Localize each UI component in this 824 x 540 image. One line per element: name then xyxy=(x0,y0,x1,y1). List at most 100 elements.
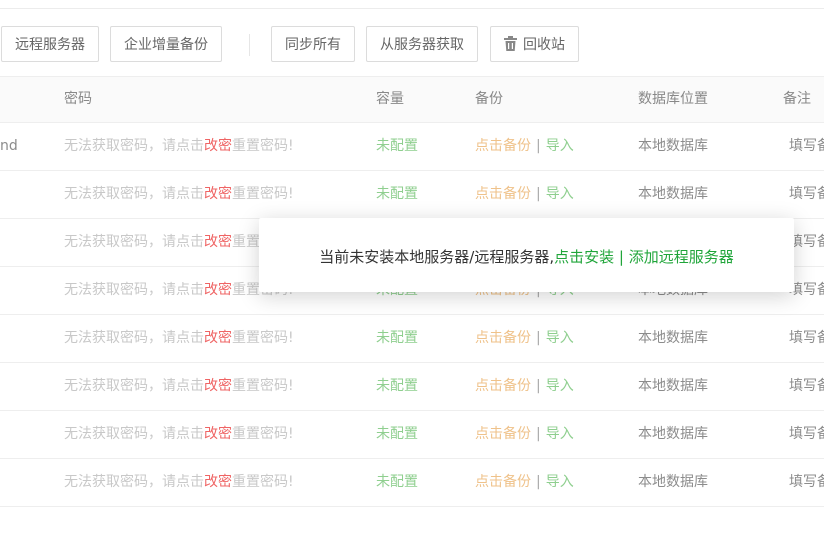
password-reset-text: 重置密码! xyxy=(232,186,294,202)
remark-link[interactable]: 填写备注 xyxy=(789,171,824,218)
import-link[interactable]: 导入 xyxy=(546,378,574,394)
password-message: 无法获取密码，请点击 xyxy=(64,330,204,346)
recycle-bin-button[interactable]: 回收站 xyxy=(490,26,579,62)
action-separator: | xyxy=(536,474,541,490)
password-reset-text: 重置密码! xyxy=(232,330,294,346)
enterprise-backup-button[interactable]: 企业增量备份 xyxy=(110,26,222,62)
password-message: 无法获取密码，请点击 xyxy=(64,234,204,250)
password-reset-text: 重置密码! xyxy=(232,138,294,154)
change-password-link[interactable]: 改密 xyxy=(204,474,232,490)
sync-all-button[interactable]: 同步所有 xyxy=(271,26,355,62)
action-separator: | xyxy=(536,330,541,346)
capacity-status[interactable]: 未配置 xyxy=(376,123,418,170)
import-link[interactable]: 导入 xyxy=(546,138,574,154)
backup-cell: 点击备份 | 导入 xyxy=(475,123,574,170)
backup-link[interactable]: 点击备份 xyxy=(475,138,531,154)
capacity-status[interactable]: 未配置 xyxy=(376,363,418,410)
dialog-separator: | xyxy=(614,248,629,266)
password-message: 无法获取密码，请点击 xyxy=(64,282,204,298)
backup-link[interactable]: 点击备份 xyxy=(475,330,531,346)
password-cell: 无法获取密码，请点击改密重置密码! xyxy=(64,459,294,506)
action-separator: | xyxy=(536,138,541,154)
header-password: 密码 xyxy=(64,91,92,107)
toolbar-divider xyxy=(249,34,250,56)
password-cell: 无法获取密码，请点击改密重置密码! xyxy=(64,123,294,170)
db-location: 本地数据库 xyxy=(638,426,708,442)
remote-server-button[interactable]: 远程服务器 xyxy=(1,26,99,62)
db-location: 本地数据库 xyxy=(638,378,708,394)
header-capacity: 容量 xyxy=(376,91,404,107)
password-message: 无法获取密码，请点击 xyxy=(64,378,204,394)
database-page: 远程服务器 企业增量备份 同步所有 从服务器获取 回收站 密码 容量 备份 数据… xyxy=(0,0,824,540)
backup-link[interactable]: 点击备份 xyxy=(475,186,531,202)
import-link[interactable]: 导入 xyxy=(546,186,574,202)
table-row: 无法获取密码，请点击改密重置密码! 未配置 点击备份 | 导入 本地数据库 填写备注 xyxy=(0,411,824,459)
header-remark: 备注 xyxy=(783,91,811,107)
install-link[interactable]: 点击安装 xyxy=(554,248,614,266)
db-location: 本地数据库 xyxy=(638,138,708,154)
recycle-bin-label: 回收站 xyxy=(523,37,565,53)
action-separator: | xyxy=(536,378,541,394)
change-password-link[interactable]: 改密 xyxy=(204,234,232,250)
table-row: 无法获取密码，请点击改密重置密码! 未配置 点击备份 | 导入 本地数据库 填写备注 xyxy=(0,459,824,507)
change-password-link[interactable]: 改密 xyxy=(204,186,232,202)
top-strip xyxy=(0,0,824,9)
get-from-server-button[interactable]: 从服务器获取 xyxy=(366,26,478,62)
capacity-status[interactable]: 未配置 xyxy=(376,315,418,362)
remark-link[interactable]: 填写备注 xyxy=(789,363,824,410)
backup-link[interactable]: 点击备份 xyxy=(475,426,531,442)
change-password-link[interactable]: 改密 xyxy=(204,378,232,394)
password-cell: 无法获取密码，请点击改密重置密码! xyxy=(64,315,294,362)
toolbar: 远程服务器 企业增量备份 同步所有 从服务器获取 回收站 xyxy=(0,26,824,64)
password-cell: 无法获取密码，请点击改密重置密码! xyxy=(64,411,294,458)
header-db-location: 数据库位置 xyxy=(638,91,708,107)
remark-link[interactable]: 填写备注 xyxy=(789,411,824,458)
capacity-status[interactable]: 未配置 xyxy=(376,411,418,458)
backup-link[interactable]: 点击备份 xyxy=(475,474,531,490)
table-row: 无法获取密码，请点击改密重置密码! 未配置 点击备份 | 导入 本地数据库 填写备注 xyxy=(0,171,824,219)
remark-link[interactable]: 填写备注 xyxy=(789,123,824,170)
password-reset-text: 重置密码! xyxy=(232,426,294,442)
trash-icon xyxy=(504,36,517,51)
action-separator: | xyxy=(536,426,541,442)
capacity-status[interactable]: 未配置 xyxy=(376,459,418,506)
backup-cell: 点击备份 | 导入 xyxy=(475,363,574,410)
import-link[interactable]: 导入 xyxy=(546,330,574,346)
no-server-dialog: 当前未安装本地服务器/远程服务器,点击安装 | 添加远程服务器 xyxy=(259,218,794,292)
db-name[interactable]: nd xyxy=(0,123,18,170)
table-row: nd 无法获取密码，请点击改密重置密码! 未配置 点击备份 | 导入 本地数据库 填写备注 xyxy=(0,123,824,171)
backup-cell: 点击备份 | 导入 xyxy=(475,411,574,458)
change-password-link[interactable]: 改密 xyxy=(204,282,232,298)
table-row: 无法获取密码，请点击改密重置密码! 未配置 点击备份 | 导入 本地数据库 填写备注 xyxy=(0,363,824,411)
remark-link[interactable]: 填写备注 xyxy=(789,459,824,506)
db-location: 本地数据库 xyxy=(638,186,708,202)
remark-link[interactable]: 填写备注 xyxy=(789,219,824,266)
db-location: 本地数据库 xyxy=(638,330,708,346)
action-separator: | xyxy=(536,186,541,202)
backup-link[interactable]: 点击备份 xyxy=(475,378,531,394)
remark-link[interactable]: 填写备注 xyxy=(789,315,824,362)
password-message: 无法获取密码，请点击 xyxy=(64,186,204,202)
capacity-status[interactable]: 未配置 xyxy=(376,171,418,218)
password-cell: 无法获取密码，请点击改密重置密码! xyxy=(64,171,294,218)
backup-cell: 点击备份 | 导入 xyxy=(475,315,574,362)
add-remote-server-link[interactable]: 添加远程服务器 xyxy=(629,248,734,266)
password-reset-text: 重置密码! xyxy=(232,378,294,394)
header-backup: 备份 xyxy=(475,91,503,107)
change-password-link[interactable]: 改密 xyxy=(204,138,232,154)
dialog-message: 当前未安装本地服务器/远程服务器, xyxy=(319,248,555,266)
table-header: 密码 容量 备份 数据库位置 备注 xyxy=(0,76,824,123)
backup-cell: 点击备份 | 导入 xyxy=(475,171,574,218)
change-password-link[interactable]: 改密 xyxy=(204,426,232,442)
password-message: 无法获取密码，请点击 xyxy=(64,426,204,442)
remark-link[interactable]: 填写备注 xyxy=(789,267,824,314)
import-link[interactable]: 导入 xyxy=(546,426,574,442)
change-password-link[interactable]: 改密 xyxy=(204,330,232,346)
table-row: 无法获取密码，请点击改密重置密码! 未配置 点击备份 | 导入 本地数据库 填写备注 xyxy=(0,315,824,363)
db-location: 本地数据库 xyxy=(638,474,708,490)
password-message: 无法获取密码，请点击 xyxy=(64,474,204,490)
import-link[interactable]: 导入 xyxy=(546,474,574,490)
password-cell: 无法获取密码，请点击改密重置密码! xyxy=(64,363,294,410)
password-reset-text: 重置密码! xyxy=(232,474,294,490)
backup-cell: 点击备份 | 导入 xyxy=(475,459,574,506)
